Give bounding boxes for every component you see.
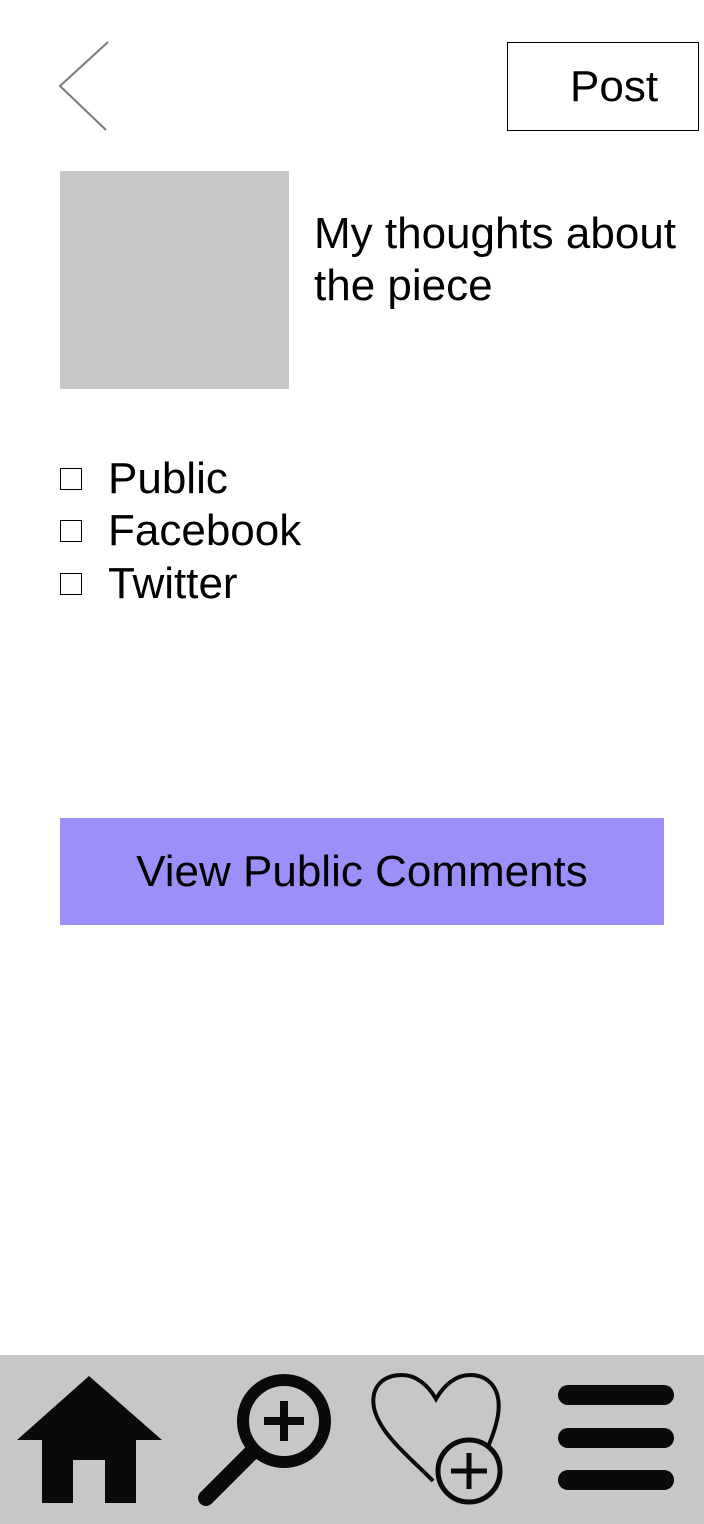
view-public-comments-button[interactable]: View Public Comments bbox=[60, 818, 664, 925]
share-option-label: Twitter bbox=[108, 559, 238, 608]
home-icon bbox=[17, 1376, 162, 1503]
share-option-twitter[interactable]: Twitter bbox=[60, 558, 238, 610]
back-button[interactable] bbox=[56, 38, 112, 134]
chevron-left-icon bbox=[58, 41, 109, 131]
image-placeholder bbox=[60, 171, 289, 389]
nav-favorites[interactable] bbox=[352, 1355, 528, 1524]
twitter-checkbox[interactable] bbox=[60, 573, 82, 595]
share-option-label: Public bbox=[108, 454, 228, 503]
nav-search[interactable] bbox=[176, 1355, 352, 1524]
nav-menu[interactable] bbox=[528, 1355, 704, 1524]
public-checkbox[interactable] bbox=[60, 468, 82, 490]
share-option-facebook[interactable]: Facebook bbox=[60, 505, 301, 557]
bottom-navigation bbox=[0, 1355, 704, 1524]
facebook-checkbox[interactable] bbox=[60, 520, 82, 542]
menu-icon bbox=[558, 1385, 674, 1490]
share-option-label: Facebook bbox=[108, 506, 302, 555]
heart-add-icon bbox=[371, 1372, 503, 1505]
post-button[interactable]: Post bbox=[507, 42, 699, 131]
zoom-in-icon bbox=[198, 1374, 331, 1506]
post-text: My thoughts about the piece bbox=[314, 209, 677, 310]
nav-home[interactable] bbox=[0, 1355, 176, 1524]
share-option-public[interactable]: Public bbox=[60, 453, 228, 505]
